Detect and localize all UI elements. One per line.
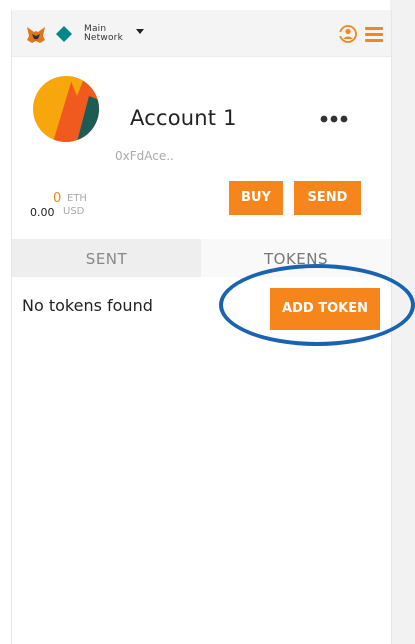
usd-balance: 0.00 <box>30 206 55 219</box>
top-bar: Main Network <box>12 10 391 57</box>
network-label-line2: Network <box>84 33 123 43</box>
usd-unit-label: USD <box>63 206 85 217</box>
eth-balance: 0 <box>53 191 62 206</box>
hamburger-menu-icon[interactable] <box>365 27 383 42</box>
screenshot-page: Main Network Account 1 0xFdAce.. 0 ETH 0… <box>0 0 415 644</box>
account-avatar[interactable] <box>33 76 99 142</box>
account-name[interactable]: Account 1 <box>130 106 237 130</box>
buy-button[interactable]: BUY <box>229 181 283 215</box>
chevron-down-icon[interactable] <box>136 29 144 34</box>
tab-sent[interactable]: SENT <box>12 239 201 277</box>
send-button[interactable]: SEND <box>294 181 361 215</box>
more-options-icon[interactable] <box>320 115 348 123</box>
no-tokens-message: No tokens found <box>22 296 153 315</box>
account-address[interactable]: 0xFdAce.. <box>115 149 174 163</box>
network-selector[interactable]: Main Network <box>84 25 123 43</box>
account-switch-icon[interactable] <box>338 25 358 43</box>
network-diamond-icon[interactable] <box>56 26 72 42</box>
metamask-fox-icon[interactable] <box>26 26 46 44</box>
eth-unit-label: ETH <box>67 193 87 204</box>
highlight-ellipse <box>219 264 415 346</box>
